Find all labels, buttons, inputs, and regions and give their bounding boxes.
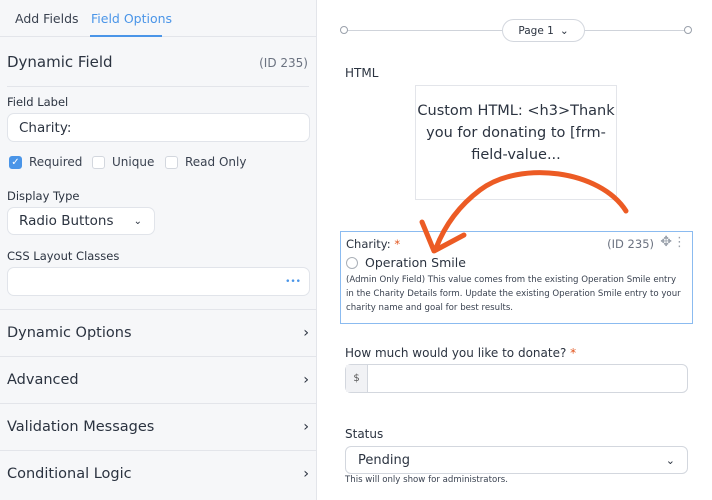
annotation-arrow-icon — [419, 170, 629, 254]
